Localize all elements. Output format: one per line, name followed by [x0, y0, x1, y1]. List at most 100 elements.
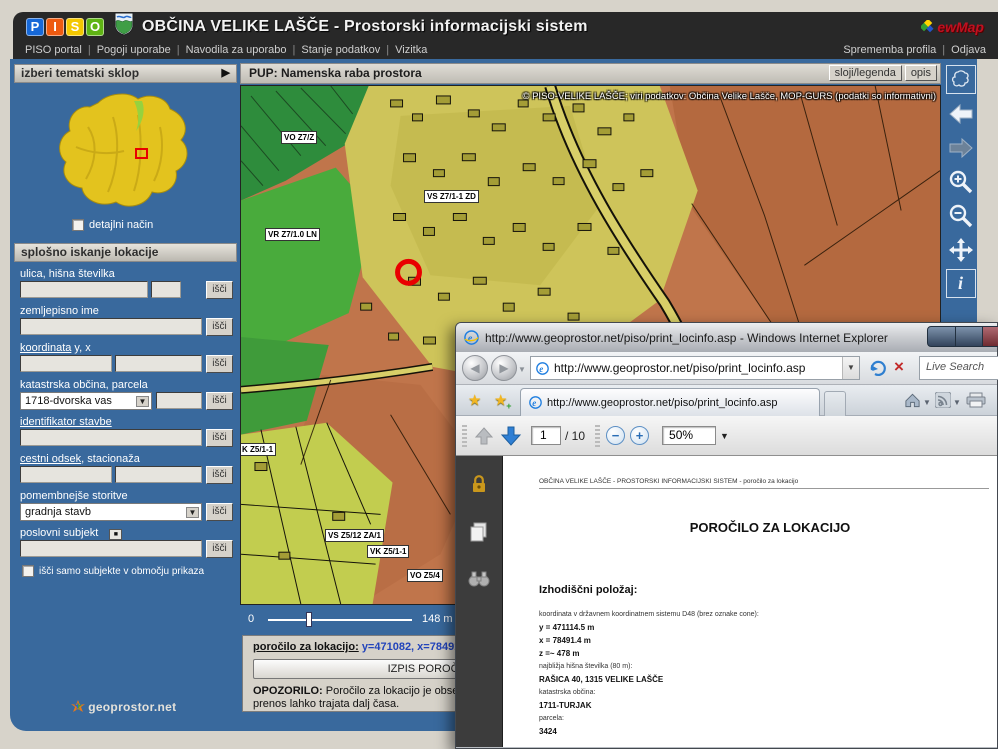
address-bar[interactable]: e http://www.geoprostor.net/piso/print_l… [530, 356, 860, 380]
zoom-dropdown-icon[interactable]: ▼ [720, 431, 729, 441]
coordinate-x-input[interactable] [115, 355, 202, 372]
favorites-star-icon[interactable]: ★ [468, 391, 481, 409]
street-search-button[interactable]: išči [206, 281, 233, 299]
security-lock-icon[interactable] [469, 474, 489, 499]
ie-forward-button[interactable]: ▶ [491, 355, 517, 381]
toolbar-grip [595, 425, 600, 447]
next-page-icon[interactable] [499, 424, 523, 448]
building-id-input[interactable] [20, 429, 202, 446]
ie-titlebar[interactable]: e http://www.geoprostor.net/piso/print_l… [456, 323, 997, 352]
business-search-button[interactable]: išči [206, 540, 233, 558]
business-info-icon[interactable]: ■ [109, 529, 122, 540]
coordinate-y-input[interactable] [20, 355, 112, 372]
road-search-button[interactable]: išči [206, 466, 233, 484]
menu-vizitka[interactable]: Vizitka [395, 44, 427, 56]
street-input[interactable] [20, 281, 148, 298]
theme-selector-header[interactable]: izberi tematski sklop▶ [14, 64, 237, 83]
address-dropdown-icon[interactable]: ▼ [842, 357, 859, 379]
previous-page-icon[interactable] [473, 425, 495, 447]
menu-pogoji-uporabe[interactable]: Pogoji uporabe [97, 44, 171, 56]
zoom-level-input[interactable]: 50% [662, 426, 716, 445]
page-title: OBČINA VELIKE LAŠČE - Prostorski informa… [142, 18, 588, 36]
road-station-input[interactable] [115, 466, 202, 483]
pdf-line: y = 471114.5 m [539, 621, 759, 634]
zoom-in-icon[interactable] [946, 167, 976, 196]
report-link[interactable]: poročilo za lokacijo: [253, 641, 359, 653]
services-search-button[interactable]: išči [206, 503, 233, 521]
geoname-input[interactable] [20, 318, 202, 335]
feed-dropdown-icon[interactable]: ▼ [953, 398, 961, 407]
pages-panel-icon[interactable] [469, 521, 489, 548]
info-tool-icon[interactable]: i [946, 269, 976, 298]
overview-map[interactable] [38, 87, 210, 235]
cadastral-select[interactable]: 1718-dvorska vas ▼ [20, 392, 152, 410]
new-tab-stub[interactable] [824, 391, 846, 416]
page-number-input[interactable]: 1 [531, 426, 561, 445]
window-controls[interactable] [927, 326, 998, 347]
geoname-label: zemljepisno ime [20, 305, 99, 317]
back-arrow-icon[interactable] [946, 99, 976, 128]
ewmap-logo[interactable]: ewMap [921, 19, 984, 35]
layers-legend-button[interactable]: sloji/legenda [829, 65, 902, 81]
menu-piso-portal[interactable]: PISO portal [25, 44, 82, 56]
piso-logo-letter: I [46, 18, 64, 36]
pdf-line: 1711-TURJAK [539, 699, 759, 712]
piso-logo-letter: O [86, 18, 104, 36]
pan-icon[interactable] [946, 235, 976, 264]
browser-tab[interactable]: e http://www.geoprostor.net/piso/print_l… [520, 388, 820, 416]
report-coordinates[interactable]: y=471082, x=78491 [362, 641, 461, 653]
building-id-search-button[interactable]: išči [206, 429, 233, 447]
refresh-icon[interactable] [868, 358, 888, 383]
geoprostor-logo[interactable]: geoprostor.net [10, 700, 237, 714]
services-select[interactable]: gradnja stavb ▼ [20, 503, 202, 521]
history-dropdown-icon[interactable]: ▼ [518, 365, 526, 374]
menu-navodila[interactable]: Navodila za uporabo [186, 44, 287, 56]
zoom-in-button[interactable]: + [630, 426, 649, 445]
parcel-input[interactable] [156, 392, 202, 409]
coordinate-search-button[interactable]: išči [206, 355, 233, 373]
svg-text:e: e [532, 398, 536, 408]
zoom-out-icon[interactable] [946, 201, 976, 230]
print-icon[interactable] [966, 392, 986, 413]
piso-logo[interactable]: P I S O [26, 18, 106, 36]
toolbar-grip [462, 425, 467, 447]
opis-button[interactable]: opis [905, 65, 937, 81]
map-toolbar: i [944, 65, 977, 298]
zoom-out-button[interactable]: − [606, 426, 625, 445]
cadastral-search-button[interactable]: išči [206, 392, 233, 410]
scale-slider-handle[interactable] [306, 612, 312, 627]
pdf-line: x = 78491.4 m [539, 634, 759, 647]
menu-stanje-podatkov[interactable]: Stanje podatkov [301, 44, 380, 56]
menu-odjava[interactable]: Odjava [951, 44, 986, 56]
app-header: P I S O OBČINA VELIKE LAŠČE - Prostorski… [13, 12, 998, 59]
ie-tabbar: ★ ★+ e http://www.geoprostor.net/piso/pr… [456, 385, 997, 416]
business-input[interactable] [20, 540, 202, 557]
chevron-right-icon: ▶ [222, 65, 230, 82]
geoname-search-button[interactable]: išči [206, 318, 233, 336]
home-icon[interactable] [904, 392, 921, 413]
add-favorite-icon[interactable]: ★+ [494, 391, 507, 409]
full-extent-icon[interactable] [946, 65, 976, 94]
stop-icon[interactable]: × [894, 357, 904, 377]
ie-back-button[interactable]: ◀ [462, 355, 488, 381]
search-section-header: splošno iskanje lokacije [14, 243, 237, 262]
detail-mode-checkbox[interactable] [72, 219, 84, 231]
map-panel-title: PUP: Namenska raba prostora [249, 66, 422, 80]
svg-text:e: e [468, 333, 473, 344]
scale-slider-track[interactable] [268, 619, 412, 621]
search-binoculars-icon[interactable] [468, 570, 490, 593]
forward-arrow-icon[interactable] [946, 133, 976, 162]
menu-sprememba-profila[interactable]: Sprememba profila [843, 44, 936, 56]
piso-logo-letter: S [66, 18, 84, 36]
chevron-down-icon: ▼ [186, 507, 199, 518]
subject-filter-checkbox[interactable] [22, 565, 34, 577]
feed-icon[interactable] [935, 392, 951, 413]
road-section-input[interactable] [20, 466, 112, 483]
zone-label: VO Z5/4 [407, 569, 443, 582]
coordinate-label: koordinata y, x [20, 342, 91, 354]
live-search-input[interactable]: Live Search [919, 356, 998, 380]
ie-window: e http://www.geoprostor.net/piso/print_l… [455, 322, 998, 749]
home-dropdown-icon[interactable]: ▼ [923, 398, 931, 407]
street-number-input[interactable] [151, 281, 181, 298]
pdf-line: najbližja hišna številka (80 m): [539, 660, 759, 673]
